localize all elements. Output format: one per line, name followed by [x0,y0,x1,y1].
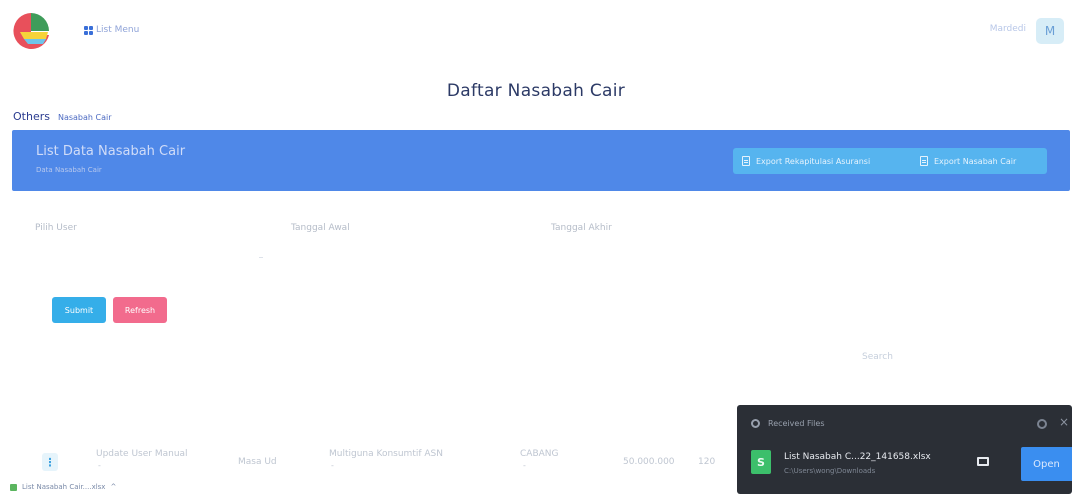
grid-menu-icon [84,25,93,35]
export-nasabah-label: Export Nasabah Cair [934,156,1017,166]
download-bar: List Nasabah Cair....xlsx ^ [0,480,740,494]
kode-cell: Masa Ud [238,457,277,467]
folder-icon[interactable] [977,457,989,466]
received-file-name[interactable]: List Nasabah C...22_141658.xlsx [784,452,931,462]
user-name[interactable]: Mardedi [990,24,1026,34]
start-date-label[interactable]: Tanggal Awal [291,223,350,233]
received-files-icon [751,419,760,428]
card-subtitle: Data Nasabah Cair [36,166,102,174]
document-icon [920,156,928,166]
end-date-label[interactable]: Tanggal Akhir [551,223,612,233]
unit-cell: CABANG [520,449,559,459]
list-menu-button[interactable]: List Menu [84,25,139,35]
refresh-button[interactable]: Refresh [113,297,167,323]
card-title: List Data Nasabah Cair [36,144,186,159]
document-icon [742,156,750,166]
popup-title: Received Files [768,419,825,428]
close-icon[interactable]: × [1059,415,1069,429]
export-rekapitulasi-button[interactable]: Export Rekapitulasi Asuransi [733,148,916,174]
avatar[interactable]: M [1036,18,1064,44]
received-files-popup: Received Files × S List Nasabah C...22_1… [737,405,1072,494]
chevron-up-icon[interactable]: ^ [110,483,116,491]
open-button[interactable]: Open [1021,447,1072,481]
produk-sub-cell: - [331,461,334,470]
breadcrumb: Others Nasabah Cair [13,110,112,123]
search-input[interactable]: Search [862,352,893,362]
row-action-menu-icon[interactable]: ⋮ [42,453,58,471]
tenor-cell: 120 [698,457,716,467]
unit-sub-cell: - [523,461,526,470]
received-file-path: C:\Users\wong\Downloads [784,467,876,475]
page-title: Daftar Nasabah Cair [446,81,626,101]
status-cell: Update User Manual [96,449,188,459]
export-nasabah-button[interactable]: Export Nasabah Cair [911,148,1047,174]
submit-button[interactable]: Submit [52,297,106,323]
card-header: List Data Nasabah Cair Data Nasabah Cair… [12,130,1070,191]
breadcrumb-current: Nasabah Cair [57,113,112,122]
user-select-label[interactable]: Pilih User [35,223,77,233]
settings-icon[interactable] [1037,419,1047,429]
status-sub-cell: - [98,461,101,470]
popup-header: Received Files [751,419,825,428]
plafond-cell: 50.000.000 [623,457,675,467]
breadcrumb-root[interactable]: Others [13,110,50,123]
list-menu-label: List Menu [96,25,140,35]
date-separator [259,257,263,258]
app-logo [13,13,49,49]
excel-file-icon [10,483,17,491]
produk-cell: Multiguna Konsumtif ASN [329,449,443,459]
download-file-label[interactable]: List Nasabah Cair....xlsx [22,483,105,491]
spreadsheet-file-icon: S [751,450,771,474]
export-rekapitulasi-label: Export Rekapitulasi Asuransi [756,156,871,166]
